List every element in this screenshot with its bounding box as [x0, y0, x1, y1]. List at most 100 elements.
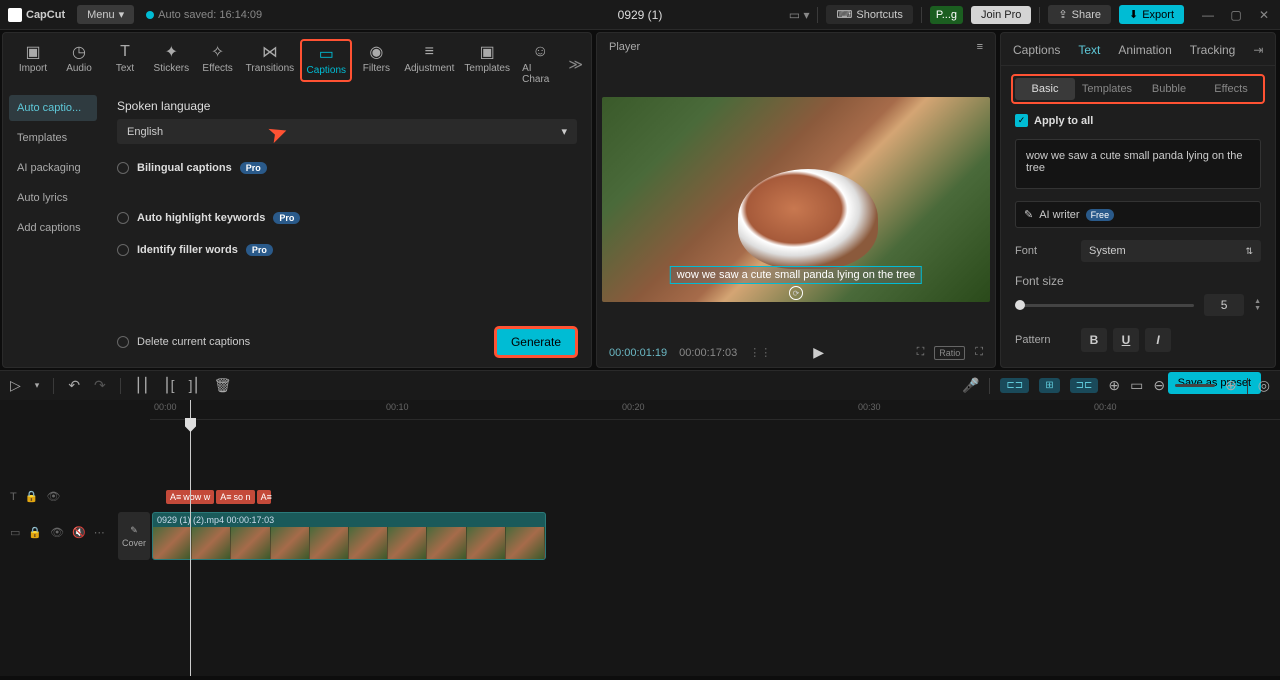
video-track-icon[interactable]: ▭	[10, 526, 20, 539]
bilingual-option[interactable]: Bilingual captions Pro	[117, 162, 577, 174]
ruler-mark: 00:40	[1094, 402, 1117, 412]
tab-templates[interactable]: ▣Templates	[460, 39, 514, 78]
font-select[interactable]: System⇅	[1081, 240, 1261, 262]
cover-button[interactable]: ✎ Cover	[118, 512, 150, 560]
mic-icon[interactable]: 🎤	[962, 377, 979, 394]
tab-prop-tracking[interactable]: Tracking	[1190, 43, 1236, 57]
shortcuts-button[interactable]: ⌨Shortcuts	[826, 5, 912, 24]
tab-adjustment[interactable]: ≡Adjustment	[400, 39, 458, 78]
track-icon[interactable]: ▭	[1130, 377, 1143, 394]
cursor-dropdown[interactable]: ▾	[35, 380, 40, 391]
subtab-basic[interactable]: Basic	[1015, 78, 1075, 100]
caption-clip[interactable]: A≡	[257, 490, 271, 504]
zoom-out-button[interactable]: ⊖	[1153, 377, 1165, 394]
tab-prop-text[interactable]: Text	[1078, 43, 1100, 57]
export-button[interactable]: ⬇Export	[1119, 5, 1184, 24]
join-pro-button[interactable]: Join Pro	[971, 6, 1031, 24]
video-clip[interactable]: 0929 (1) (2).mp4 00:00:17:03	[152, 512, 546, 560]
zoom-fit-button[interactable]: ◎	[1258, 377, 1270, 394]
link-toggle[interactable]: ⊞	[1039, 378, 1059, 393]
slider-thumb[interactable]	[1015, 300, 1025, 310]
italic-button[interactable]: I	[1145, 328, 1171, 352]
player-title: Player	[609, 41, 640, 53]
split-left-tool[interactable]: ⎮[	[163, 377, 174, 394]
sidebar-ai-packaging[interactable]: AI packaging	[9, 155, 97, 181]
highlight-option[interactable]: Auto highlight keywords Pro	[117, 212, 577, 224]
tab-import[interactable]: ▣Import	[11, 39, 55, 78]
eye-icon[interactable]: 👁	[46, 490, 60, 503]
lock-icon[interactable]: 🔒	[25, 490, 39, 503]
menu-button[interactable]: Menu▾	[77, 5, 134, 24]
preview-axis-icon[interactable]: ⊕	[1108, 377, 1120, 394]
player-viewport[interactable]: wow we saw a cute small panda lying on t…	[597, 61, 995, 338]
generate-button[interactable]: Generate	[495, 327, 577, 357]
lock-icon[interactable]: 🔒	[28, 526, 42, 539]
tab-effects[interactable]: ✧Effects	[196, 39, 240, 78]
sidebar-add-captions[interactable]: Add captions	[9, 215, 97, 241]
player-panel: Player ≡ wow we saw a cute small panda l…	[596, 32, 996, 368]
playhead[interactable]	[190, 400, 191, 676]
list-icon[interactable]: ⋮⋮	[749, 346, 771, 359]
user-badge[interactable]: P...g	[930, 6, 963, 24]
subtab-bubble[interactable]: Bubble	[1139, 78, 1199, 100]
split-right-tool[interactable]: ]⎮	[189, 377, 200, 394]
aspect-icon[interactable]: ▭ ▾	[789, 8, 810, 22]
apply-to-all[interactable]: ✓ Apply to all	[1015, 114, 1261, 127]
zoom-slider[interactable]	[1175, 384, 1215, 387]
tab-stickers[interactable]: ✦Stickers	[149, 39, 194, 78]
play-button[interactable]: ▶	[813, 344, 824, 361]
tab-audio[interactable]: ◷Audio	[57, 39, 101, 78]
minimize-button[interactable]: —	[1200, 8, 1216, 22]
tab-prop-animation[interactable]: Animation	[1118, 43, 1171, 57]
snap-toggle[interactable]: ⊐⊏	[1070, 378, 1099, 393]
playhead-handle[interactable]	[185, 418, 196, 432]
zoom-in-button[interactable]: ⊕	[1225, 377, 1237, 394]
sidebar-auto-captions[interactable]: Auto captio...	[9, 95, 97, 121]
expand-tabs-button[interactable]: ≫	[568, 56, 583, 73]
player-menu-icon[interactable]: ≡	[977, 41, 983, 53]
fullscreen-icon[interactable]: ⛶	[975, 346, 983, 359]
wand-icon: ✎	[1024, 208, 1033, 221]
crop-icon[interactable]: ⛶	[917, 346, 925, 359]
ratio-button[interactable]: Ratio	[934, 346, 965, 360]
eye-icon[interactable]: 👁	[50, 526, 64, 539]
redo-button[interactable]: ↷	[94, 377, 106, 394]
tab-filters[interactable]: ◉Filters	[354, 39, 398, 78]
caption-text-input[interactable]: wow we saw a cute small panda lying on t…	[1015, 139, 1261, 189]
tab-text[interactable]: TText	[103, 39, 147, 78]
timeline[interactable]: 00:00 00:10 00:20 00:30 00:40 T 🔒 👁 A≡wo…	[0, 400, 1280, 676]
split-tool[interactable]: ⎮⎮	[135, 377, 150, 394]
size-stepper[interactable]: ▲▼	[1254, 298, 1261, 312]
subtab-templates[interactable]: Templates	[1077, 78, 1137, 100]
delete-tool[interactable]: 🗑	[214, 377, 232, 394]
collapse-icon[interactable]: ⇥	[1253, 43, 1263, 57]
tab-captions[interactable]: ▭Captions	[300, 39, 352, 82]
tab-ai-characters[interactable]: ☺AI Chara	[516, 39, 564, 89]
ai-writer-button[interactable]: ✎ AI writer Free	[1015, 201, 1261, 228]
sidebar-auto-lyrics[interactable]: Auto lyrics	[9, 185, 97, 211]
tab-transitions[interactable]: ⋈Transitions	[242, 39, 299, 78]
text-track-icon[interactable]: T	[10, 491, 17, 503]
underline-button[interactable]: U	[1113, 328, 1139, 352]
subtab-effects[interactable]: Effects	[1201, 78, 1261, 100]
cursor-tool[interactable]: ▷	[10, 377, 21, 394]
spoken-language-select[interactable]: English▾	[117, 119, 577, 144]
more-icon[interactable]: ⋯	[94, 526, 105, 539]
delete-captions-option[interactable]: Delete current captions	[117, 336, 250, 348]
tab-prop-captions[interactable]: Captions	[1013, 43, 1060, 57]
filler-option[interactable]: Identify filler words Pro	[117, 244, 577, 256]
sidebar-templates[interactable]: Templates	[9, 125, 97, 151]
caption-overlay[interactable]: wow we saw a cute small panda lying on t…	[670, 266, 922, 284]
undo-button[interactable]: ↶	[68, 377, 80, 394]
bold-button[interactable]: B	[1081, 328, 1107, 352]
mute-icon[interactable]: 🔇	[72, 526, 86, 539]
magnet-toggle[interactable]: ⊏⊐	[1000, 378, 1029, 393]
share-button[interactable]: ⇪Share	[1048, 5, 1111, 24]
timeline-ruler[interactable]: 00:00 00:10 00:20 00:30 00:40	[150, 400, 1280, 420]
close-button[interactable]: ✕	[1256, 8, 1272, 22]
font-size-slider[interactable]	[1015, 304, 1194, 307]
font-size-input[interactable]: 5	[1204, 294, 1244, 316]
caption-clip[interactable]: A≡so n	[216, 490, 254, 504]
rotate-handle[interactable]: ⟳	[789, 286, 803, 300]
maximize-button[interactable]: ▢	[1228, 8, 1244, 22]
